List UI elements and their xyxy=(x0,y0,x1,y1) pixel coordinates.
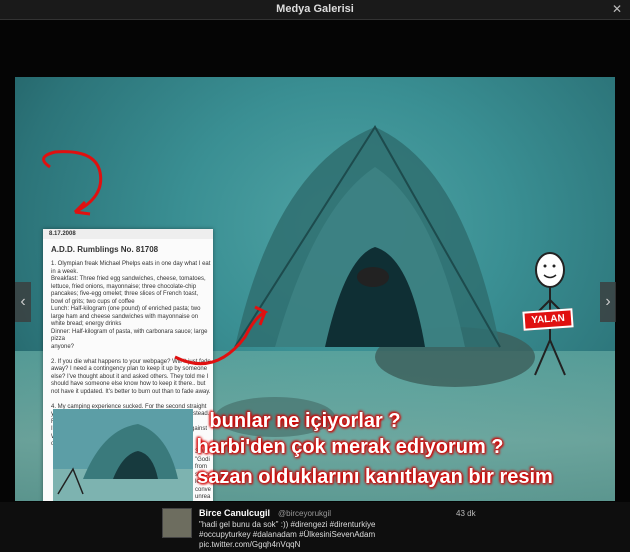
tweet-author-name[interactable]: Birce Canulcugil xyxy=(199,508,270,518)
tweet-text-line-1: "hadi gel bunu da sok" :)) #direngezi #d… xyxy=(199,520,376,529)
tweet-author-handle[interactable]: @birceyorukgil xyxy=(278,509,331,518)
yalan-sign: YALAN xyxy=(522,308,574,331)
tweet-timestamp[interactable]: 43 dk xyxy=(456,509,476,518)
avatar[interactable] xyxy=(162,508,192,538)
caption-line-3: sazan olduklarını kanıtlayan bir resim xyxy=(197,466,553,488)
gallery-title-bar: Medya Galerisi ✕ xyxy=(0,0,630,20)
media-stage: 8.17.2008 A.D.D. Rumblings No. 81708 1. … xyxy=(0,20,630,552)
chevron-left-icon[interactable]: ‹ xyxy=(15,282,31,322)
tweet-bar: Birce Canulcugil @birceyorukgil 43 dk "h… xyxy=(0,502,630,552)
tweet-image-link[interactable]: pic.twitter.com/Ggqh4nVqqN xyxy=(199,540,419,550)
chevron-right-icon[interactable]: › xyxy=(600,282,616,322)
tweet-text: "hadi gel bunu da sok" :)) #direngezi #d… xyxy=(199,520,419,550)
gallery-title: Medya Galerisi xyxy=(276,3,354,15)
caption-line-2: harbi'den çok merak ediyorum ? xyxy=(196,436,504,458)
close-icon[interactable]: ✕ xyxy=(610,2,624,16)
caption-line-1: bunlar ne içiyorlar ? xyxy=(209,410,401,432)
